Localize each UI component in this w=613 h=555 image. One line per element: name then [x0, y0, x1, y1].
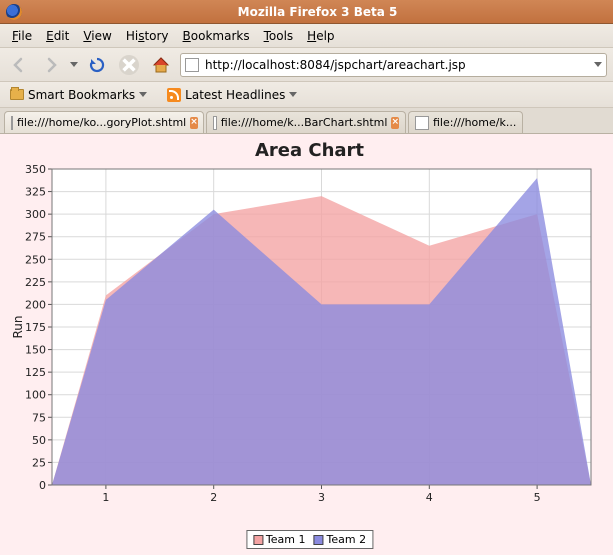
url-dropdown-icon[interactable]	[594, 62, 602, 67]
svg-text:200: 200	[25, 298, 46, 311]
stop-icon	[119, 55, 139, 75]
close-icon[interactable]: ×	[190, 117, 198, 129]
close-icon[interactable]: ×	[391, 117, 399, 129]
home-button[interactable]	[148, 52, 174, 78]
menu-help[interactable]: Help	[301, 27, 340, 45]
tab-2[interactable]: file:///home/k...	[408, 111, 523, 133]
tab-1[interactable]: file:///home/k...BarChart.shtml ×	[206, 111, 406, 133]
area-chart: 0255075100125150175200225250275300325350…	[8, 161, 603, 531]
window-title: Mozilla Firefox 3 Beta 5	[28, 5, 607, 19]
url-bar[interactable]	[180, 53, 607, 77]
svg-text:Run: Run	[11, 315, 25, 338]
bookmark-latest[interactable]: Latest Headlines	[163, 86, 301, 104]
bookmarks-toolbar: Smart Bookmarks Latest Headlines	[0, 82, 613, 108]
chevron-down-icon	[139, 92, 147, 97]
page-content: Area Chart 02550751001251501752002252502…	[0, 134, 613, 555]
svg-text:100: 100	[25, 389, 46, 402]
svg-text:125: 125	[25, 366, 46, 379]
svg-text:300: 300	[25, 208, 46, 221]
url-input[interactable]	[203, 57, 590, 73]
menu-view[interactable]: View	[77, 27, 117, 45]
page-icon	[11, 116, 13, 130]
bookmark-smart-label: Smart Bookmarks	[28, 88, 135, 102]
folder-icon	[10, 89, 24, 100]
page-icon	[185, 58, 199, 72]
svg-text:1: 1	[102, 491, 109, 504]
chart-title: Area Chart	[8, 136, 611, 161]
legend-label: Team 2	[327, 533, 367, 546]
legend-swatch	[253, 535, 263, 545]
page-icon	[213, 116, 217, 130]
tab-label: file:///home/k...	[433, 116, 516, 129]
tab-label: file:///home/k...BarChart.shtml	[221, 116, 388, 129]
legend-item: Team 2	[314, 533, 367, 546]
svg-text:350: 350	[25, 163, 46, 176]
svg-text:175: 175	[25, 321, 46, 334]
legend-swatch	[314, 535, 324, 545]
svg-text:5: 5	[534, 491, 541, 504]
chevron-down-icon	[289, 92, 297, 97]
forward-button[interactable]	[38, 52, 64, 78]
svg-text:250: 250	[25, 253, 46, 266]
menu-history[interactable]: History	[120, 27, 175, 45]
legend-label: Team 1	[266, 533, 306, 546]
svg-text:50: 50	[32, 434, 46, 447]
chart-legend: Team 1 Team 2	[246, 530, 373, 549]
svg-text:3: 3	[318, 491, 325, 504]
firefox-icon	[6, 4, 22, 20]
history-dropdown-icon[interactable]	[70, 62, 78, 67]
legend-item: Team 1	[253, 533, 306, 546]
menu-bookmarks[interactable]: Bookmarks	[177, 27, 256, 45]
svg-text:75: 75	[32, 411, 46, 424]
svg-text:25: 25	[32, 456, 46, 469]
svg-text:325: 325	[25, 186, 46, 199]
svg-text:0: 0	[39, 479, 46, 492]
window-titlebar: Mozilla Firefox 3 Beta 5	[0, 0, 613, 24]
nav-toolbar	[0, 48, 613, 82]
menu-edit[interactable]: Edit	[40, 27, 75, 45]
stop-button[interactable]	[116, 52, 142, 78]
tab-label: file:///home/ko...goryPlot.shtml	[17, 116, 186, 129]
menu-file[interactable]: File	[6, 27, 38, 45]
menu-tools[interactable]: Tools	[258, 27, 300, 45]
back-button[interactable]	[6, 52, 32, 78]
tab-bar: file:///home/ko...goryPlot.shtml × file:…	[0, 108, 613, 134]
bookmark-latest-label: Latest Headlines	[185, 88, 285, 102]
svg-text:2: 2	[210, 491, 217, 504]
chart-container: Area Chart 02550751001251501752002252502…	[8, 136, 611, 549]
bookmark-smart[interactable]: Smart Bookmarks	[6, 86, 151, 104]
page-icon	[415, 116, 429, 130]
svg-text:275: 275	[25, 231, 46, 244]
rss-icon	[167, 88, 181, 102]
svg-text:225: 225	[25, 276, 46, 289]
svg-text:4: 4	[426, 491, 433, 504]
tab-0[interactable]: file:///home/ko...goryPlot.shtml ×	[4, 111, 204, 133]
reload-button[interactable]	[84, 52, 110, 78]
svg-text:150: 150	[25, 344, 46, 357]
menubar: File Edit View History Bookmarks Tools H…	[0, 24, 613, 48]
